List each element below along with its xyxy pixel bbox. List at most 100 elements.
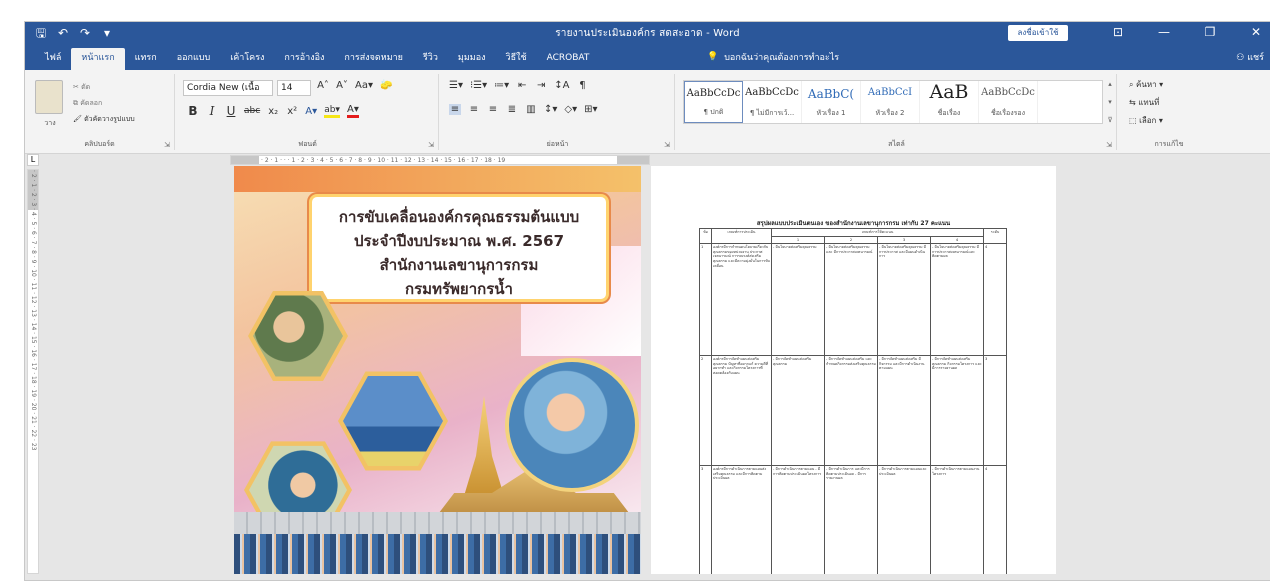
paste-icon[interactable] (35, 80, 63, 114)
italic-button[interactable]: I (206, 104, 218, 118)
strikethrough-button[interactable]: abc (244, 106, 260, 116)
grow-font-button[interactable]: A˄ (317, 80, 329, 91)
cut-button[interactable]: ✂ ตัด (73, 82, 90, 93)
multilevel-list-button[interactable]: ≔▾ (494, 80, 509, 91)
style-normal[interactable]: AaBbCcDc ¶ ปกติ (684, 81, 743, 123)
document-page-table[interactable]: สรุปผลแบบประเมินตนเอง ของสำนักงานเลขานุก… (651, 166, 1056, 580)
replace-button[interactable]: ⇆ แทนที่ (1129, 96, 1163, 109)
styles-group: AaBbCcDc ¶ ปกติ AaBbCcDc ¶ ไม่มีการเว้..… (677, 74, 1117, 150)
increase-indent-button[interactable]: ⇥ (535, 80, 547, 91)
scroll-down-icon[interactable]: ▾ (1108, 98, 1112, 106)
paragraph-row1: ☰▾ ⁝☰▾ ≔▾ ⇤ ⇥ ↕A ¶ (449, 80, 588, 91)
tab-file[interactable]: ไฟล์ (35, 48, 71, 70)
show-marks-button[interactable]: ¶ (576, 80, 588, 91)
copy-button[interactable]: ⧉ คัดลอก (73, 98, 102, 109)
numbering-button[interactable]: ⁝☰▾ (470, 80, 487, 91)
title-bar: 🖫 ↶ ↷ ▾ รายงานประเมินองค์กร สดสะอาด - Wo… (25, 22, 1270, 44)
format-painter-label: ตัวคัดวางรูปแบบ (84, 115, 135, 123)
editing-group-label: การแก้ไข (1154, 140, 1184, 148)
vertical-ruler[interactable]: · 2 · 1 · 2 · 3 · 4 · 5 · 6 · 7 · 8 · 9 … (27, 169, 39, 574)
tab-layout[interactable]: เค้าโครง (220, 48, 274, 70)
highlight-color-button[interactable]: ab▾ (324, 105, 340, 118)
tab-home[interactable]: หน้าแรก (71, 48, 125, 70)
scroll-up-icon[interactable]: ▴ (1108, 80, 1112, 88)
shrink-font-button[interactable]: A˅ (336, 80, 348, 91)
shading-button[interactable]: ◇▾ (564, 104, 577, 115)
clipboard-group-label: คลิปบอร์ด (84, 140, 115, 148)
ruler-margin-right (617, 156, 649, 164)
tab-references[interactable]: การอ้างอิง (274, 48, 334, 70)
table-cell: องค์กรมีการจัดทำแผนส่งเสริมคุณธรรม ปัญหา… (711, 355, 772, 467)
editing-items: ⌕ ค้นหา ▾ ⇆ แทนที่ ⬚ เลือก ▾ (1129, 78, 1163, 127)
table-cell: องค์กรมีการกำหนดนโยบายเกี่ยวกับคุณธรรมขอ… (711, 243, 772, 357)
style-no-spacing[interactable]: AaBbCcDc ¶ ไม่มีการเว้... (743, 81, 802, 123)
ruler-ticks-vertical: · 2 · 1 · 2 · 3 · 4 · 5 · 6 · 7 · 8 · 9 … (30, 170, 37, 451)
ribbon-display-options-icon[interactable]: ⊡ (1108, 24, 1128, 41)
font-row1: A˄ A˅ Aa▾ 🧽 (317, 80, 392, 91)
table-cell: - มีการจัดทำแผนส่งเสริมคุณธรรม (771, 355, 825, 467)
thai-distribute-button[interactable]: ▥ (525, 104, 537, 115)
more-styles-icon[interactable]: ⊽ (1107, 116, 1112, 124)
share-button[interactable]: ⚇ แชร์ (1236, 50, 1264, 64)
font-group-label: ฟอนต์ (298, 140, 317, 148)
sort-button[interactable]: ↕A (554, 80, 569, 91)
horizontal-ruler[interactable]: · 2 · 1 · · · 1 · 2 · 3 · 4 · 5 · 6 · 7 … (230, 155, 650, 165)
line-spacing-button[interactable]: ↕▾ (544, 104, 557, 115)
borders-button[interactable]: ⊞▾ (584, 104, 597, 115)
clear-formatting-icon[interactable]: 🧽 (380, 80, 392, 91)
person-icon: ⚇ (1236, 53, 1245, 63)
paste-button[interactable]: วาง (35, 118, 65, 129)
tab-mailings[interactable]: การส่งจดหมาย (334, 48, 413, 70)
tab-design[interactable]: ออกแบบ (167, 48, 221, 70)
font-family-dropdown[interactable]: Cordia New (เนื้อ (183, 80, 273, 96)
tab-insert[interactable]: แทรก (125, 48, 167, 70)
table-header: เกณฑ์การประเมิน (711, 227, 772, 245)
change-case-button[interactable]: Aa▾ (355, 80, 373, 91)
style-heading-2[interactable]: AaBbCcI หัวเรื่อง 2 (861, 81, 920, 123)
justify-button[interactable]: ≣ (506, 104, 518, 115)
superscript-button[interactable]: x² (286, 106, 298, 117)
underline-button[interactable]: U (225, 104, 237, 118)
font-color-button[interactable]: A▾ (346, 104, 359, 118)
clipboard-launcher-icon[interactable]: ⇲ (164, 141, 170, 149)
align-center-button[interactable]: ≡ (468, 104, 480, 115)
font-size-dropdown[interactable]: 14 (277, 80, 311, 96)
style-title[interactable]: AaB ชื่อเรื่อง (920, 81, 979, 123)
restore-icon[interactable]: ❐ (1200, 24, 1220, 41)
decrease-indent-button[interactable]: ⇤ (516, 80, 528, 91)
style-heading-1[interactable]: AaBbC( หัวเรื่อง 1 (802, 81, 861, 123)
close-icon[interactable]: ✕ (1246, 24, 1266, 41)
find-button[interactable]: ⌕ ค้นหา ▾ (1129, 78, 1163, 91)
font-launcher-icon[interactable]: ⇲ (428, 141, 434, 149)
sign-in-button[interactable]: ลงชื่อเข้าใช้ (1008, 25, 1068, 41)
table-cell: 4 (983, 243, 1008, 357)
table-cell: องค์กรมีการดำเนินการตามแผนส่งเสริมคุณธรร… (711, 465, 772, 580)
align-right-button[interactable]: ≡ (487, 104, 499, 115)
tab-acrobat[interactable]: ACROBAT (537, 48, 600, 70)
tell-me-search[interactable]: 💡 บอกฉันว่าคุณต้องการทำอะไร (707, 50, 839, 64)
tab-help[interactable]: วิธีใช้ (496, 48, 537, 70)
style-sample: AaBbCcDc (686, 88, 741, 99)
cover-title-line-3: สำนักงานเลขานุการกรม (379, 256, 539, 274)
bullets-button[interactable]: ☰▾ (449, 80, 463, 91)
bold-button[interactable]: B (187, 104, 199, 118)
share-label: แชร์ (1247, 53, 1264, 63)
styles-launcher-icon[interactable]: ⇲ (1106, 141, 1112, 149)
format-painter-button[interactable]: 🖌 ตัวคัดวางรูปแบบ (73, 114, 135, 125)
paragraph-launcher-icon[interactable]: ⇲ (664, 141, 670, 149)
tab-review[interactable]: รีวิว (413, 48, 448, 70)
style-subtitle[interactable]: AaBbCcDc ชื่อเรื่องรอง (979, 81, 1038, 123)
tab-view[interactable]: มุมมอง (448, 48, 496, 70)
ruler-ticks: · 2 · 1 · · · 1 · 2 · 3 · 4 · 5 · 6 · 7 … (261, 157, 506, 164)
text-effects-button[interactable]: A▾ (305, 106, 317, 117)
minimize-icon[interactable]: — (1154, 24, 1174, 41)
subscript-button[interactable]: x₂ (267, 106, 279, 117)
table-header-row: ข้อ เกณฑ์การประเมิน เกณฑ์การให้คะแนน ระด… (699, 227, 1008, 245)
ruler-margin-left (231, 156, 259, 164)
status-strip (25, 574, 1270, 580)
document-page-cover[interactable]: การขับเคลื่อนองค์กรคุณธรรมต้นแบบ ประจำปี… (234, 166, 641, 580)
table-cell: 3 (699, 465, 712, 580)
align-left-button[interactable]: ≡ (449, 104, 461, 115)
select-button[interactable]: ⬚ เลือก ▾ (1129, 114, 1163, 127)
tab-selector[interactable]: L (27, 154, 39, 166)
